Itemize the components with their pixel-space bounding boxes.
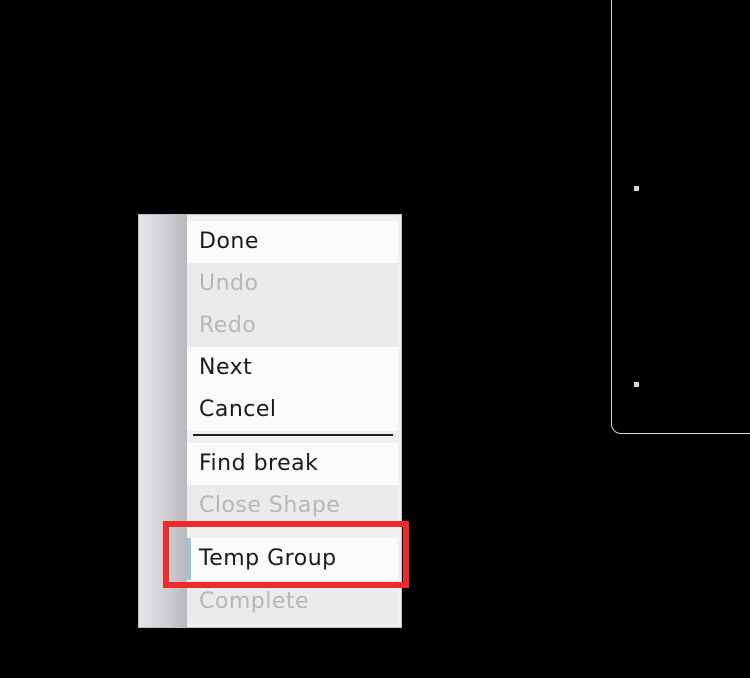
canvas-shape-outline: [611, 0, 750, 434]
menu-item-cancel[interactable]: Cancel: [187, 389, 398, 431]
highlight-annotation-box: [163, 521, 409, 588]
menu-item-next[interactable]: Next: [187, 347, 398, 389]
menu-item-find-break[interactable]: Find break: [187, 443, 398, 485]
shape-handle-top[interactable]: [634, 186, 639, 191]
menu-item-undo[interactable]: Undo: [187, 263, 398, 305]
menu-separator: [193, 434, 393, 436]
menu-item-redo[interactable]: Redo: [187, 305, 398, 347]
menu-item-done[interactable]: Done: [187, 221, 398, 263]
shape-handle-bottom[interactable]: [634, 382, 639, 387]
